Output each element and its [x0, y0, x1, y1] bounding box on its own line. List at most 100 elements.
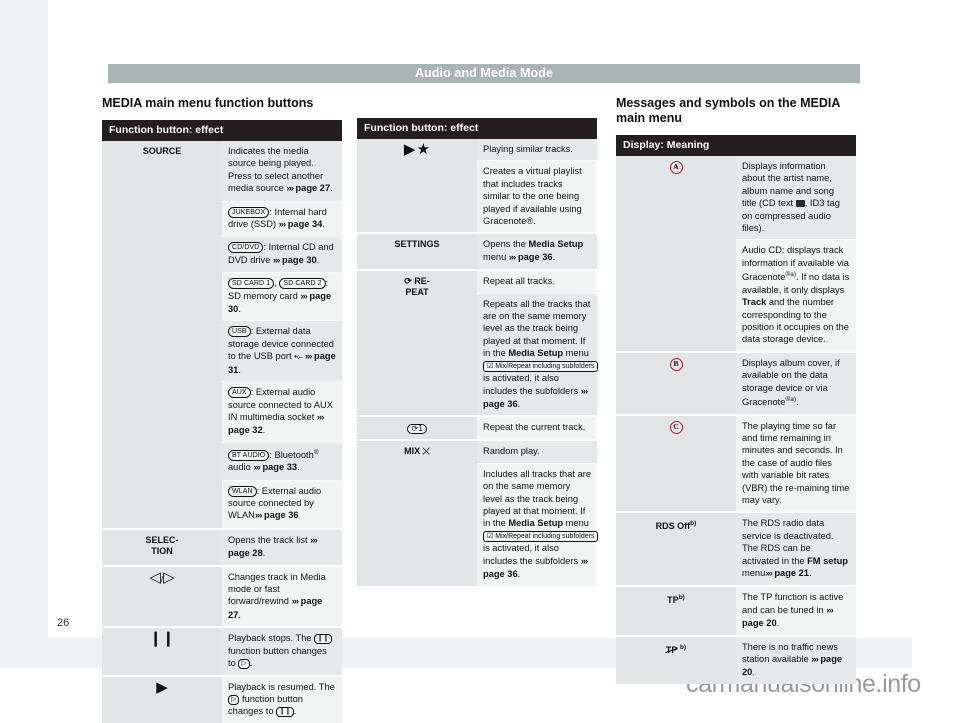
table-row: MIX ⤬ Random play.: [357, 439, 597, 586]
column-one: MEDIA main menu function buttons Functio…: [102, 96, 342, 723]
cell-rds-off: The RDS radio data service is deactivate…: [736, 511, 856, 587]
table-media-function-buttons-cont: Function button: effect ▶ ★ Playing simi…: [357, 118, 599, 586]
table-header-function-effect: Function button: effect: [102, 120, 342, 141]
key-jukebox: JUKEBOX: [228, 206, 270, 218]
skip-next-icon: ▷: [163, 568, 175, 586]
row-label-marker-a: A: [616, 156, 736, 352]
row-label-settings: SETTINGS: [357, 232, 477, 271]
checkbox-mix-repeat-subfolders: ☑ Mix/Repeat including subfolders: [483, 530, 599, 543]
table-media-function-buttons: Function button: effect SOURCE Indicates…: [102, 120, 342, 723]
row-label-similar-tracks: ▶ ★: [357, 139, 477, 234]
repeat-one-icon: ⟳1: [407, 424, 427, 435]
pause-icon: ❙❙: [149, 630, 175, 648]
cell-source-usb: USB: External data storage device connec…: [222, 320, 342, 382]
cell-source-jukebox: JUKEBOX: Internal hard drive (SSD) ››› p…: [222, 200, 342, 237]
row-label-source: SOURCE: [102, 141, 222, 529]
cell-source-cddvd: CD/DVD: Internal CD and DVD drive ››› pa…: [222, 236, 342, 273]
table-row: ▶ ★ Playing similar tracks.: [357, 139, 597, 234]
cell-similar-intro: Playing similar tracks.: [477, 139, 597, 161]
key-usb: USB: [228, 326, 251, 338]
key-wlan: WLAN: [228, 485, 257, 497]
play-icon: ▶: [156, 678, 168, 696]
tp-struck-icon: TP: [665, 644, 678, 655]
table-row: SETTINGS Opens the Media Setup menu ››› …: [357, 232, 597, 271]
row-label-skip-icons: ◁/▷: [102, 564, 222, 628]
key-bt-audio: BT AUDIO: [228, 449, 270, 461]
cell-skip: Changes track in Media mode or fast forw…: [222, 564, 342, 628]
table-head-row: Function button: effect: [357, 118, 597, 139]
cell-play: Playback is resumed. The ▷ function butt…: [222, 674, 342, 723]
cell-tp-unavailable: There is no traffic news station availab…: [736, 634, 856, 684]
cell-settings: Opens the Media Setup menu ››› page 36.: [477, 232, 597, 271]
row-label-tp-unavailable: TP b): [616, 634, 736, 684]
table-head-row: Display: Meaning: [616, 135, 856, 156]
cell-marker-b: Displays album cover, if available on th…: [736, 350, 856, 415]
callout-a-icon: A: [669, 161, 683, 174]
cell-marker-a-1: Displays information about the artist na…: [736, 156, 856, 240]
cell-source-aux: AUX: External audio source connected to …: [222, 381, 342, 443]
table-row: TPb) The TP function is active and can b…: [616, 585, 856, 636]
play-icon-inline: ▷: [228, 694, 240, 705]
shuffle-icon: ⤬: [422, 446, 430, 457]
row-label-repeat-one: ⟳1: [357, 415, 477, 441]
cd-text-icon: [795, 200, 805, 208]
table-header-display-meaning: Display: Meaning: [616, 135, 856, 156]
cell-similar-detail: Creates a virtual playlist that includes…: [477, 160, 597, 234]
cell-repeat-intro: Repeat all tracks.: [477, 269, 597, 294]
cell-marker-a-2: Audio CD: displays track information if …: [736, 239, 856, 352]
page-margin-left: [0, 0, 48, 668]
cell-pause: Playback stops. The ❙❙ function button c…: [222, 626, 342, 676]
row-label-play-icon: ▶: [102, 674, 222, 723]
skip-previous-icon: ◁: [149, 568, 161, 586]
table-row: ❙❙ Playback stops. The ❙❙ function butto…: [102, 626, 342, 676]
key-sd-card-2: SD CARD 2: [279, 278, 326, 290]
row-label-marker-c: C: [616, 413, 736, 513]
row-label-marker-b: B: [616, 350, 736, 415]
row-label-rds-off: RDS Offb): [616, 511, 736, 587]
table-row: B Displays album cover, if available on …: [616, 350, 856, 415]
row-label-repeat: ⟳ RE- PEAT: [357, 269, 477, 417]
row-label-tp: TPb): [616, 585, 736, 636]
pause-icon-inline: ❙❙: [314, 634, 332, 645]
table-row: SELEC- TION Opens the track list ››› page…: [102, 527, 342, 566]
column-three: Messages and symbols on the MEDIA main m…: [616, 96, 856, 684]
cell-source-btaudio: BT AUDIO: Bluetooth® audio ››› page 33.: [222, 441, 342, 481]
row-label-selection: SELEC- TION: [102, 527, 222, 566]
section-heading-messages-symbols: Messages and symbols on the MEDIA main m…: [616, 96, 840, 125]
table-row: RDS Offb) The RDS radio data service is …: [616, 511, 856, 587]
running-head: Audio and Media Mode: [108, 64, 860, 83]
table-row: ⟳1 Repeat the current track.: [357, 415, 597, 441]
table-row: C The playing time so far and time remai…: [616, 413, 856, 513]
play-icon-inline: ▷: [238, 659, 250, 670]
pause-icon-inline: ❙❙: [276, 707, 294, 718]
repeat-icon: ⟳: [404, 276, 412, 287]
cell-marker-c: The playing time so far and time remaini…: [736, 413, 856, 513]
cell-mix-intro: Random play.: [477, 439, 597, 464]
table-head-row: Function button: effect: [102, 120, 342, 141]
row-label-pause-icon: ❙❙: [102, 626, 222, 676]
cell-tp: The TP function is active and can be tun…: [736, 585, 856, 636]
checkbox-mix-repeat-subfolders: ☑ Mix/Repeat including subfolders: [483, 360, 599, 373]
table-header-function-effect-2: Function button: effect: [357, 118, 597, 139]
row-label-mix: MIX ⤬: [357, 439, 477, 586]
callout-b-icon: B: [669, 357, 683, 371]
table-row: SOURCE Indicates the media source being …: [102, 141, 342, 529]
cell-mix-detail: Includes all tracks that are on the same…: [477, 462, 599, 586]
table-row: ◁/▷ Changes track in Media mode or fast …: [102, 564, 342, 628]
page-number: 26: [57, 617, 70, 629]
manual-page: Audio and Media Mode 26 carmanualsonline…: [0, 0, 960, 723]
column-two: Function button: effect ▶ ★ Playing simi…: [357, 96, 599, 586]
cell-repeat-detail: Repeats all the tracks that are on the s…: [477, 292, 599, 417]
usb-icon: •⟜: [294, 352, 303, 362]
table-row: TP b) There is no traffic news station a…: [616, 634, 856, 684]
table-row: ▶ Playback is resumed. The ▷ function bu…: [102, 674, 342, 723]
cell-repeat-one: Repeat the current track.: [477, 415, 597, 441]
cell-selection: Opens the track list ››› page 28.: [222, 527, 342, 566]
key-aux: AUX: [228, 387, 251, 399]
cell-source-sdcard: SD CARD 1, SD CARD 2: SD memory card ›››…: [222, 272, 342, 321]
callout-c-icon: C: [669, 420, 683, 434]
table-display-meaning: Display: Meaning A Displays information …: [616, 135, 856, 684]
table-row: ⟳ RE- PEAT Repeat all tracks.: [357, 269, 597, 417]
section-heading-media-buttons: MEDIA main menu function buttons: [102, 96, 314, 110]
cell-source-intro: Indicates the media source being played.…: [222, 141, 342, 202]
